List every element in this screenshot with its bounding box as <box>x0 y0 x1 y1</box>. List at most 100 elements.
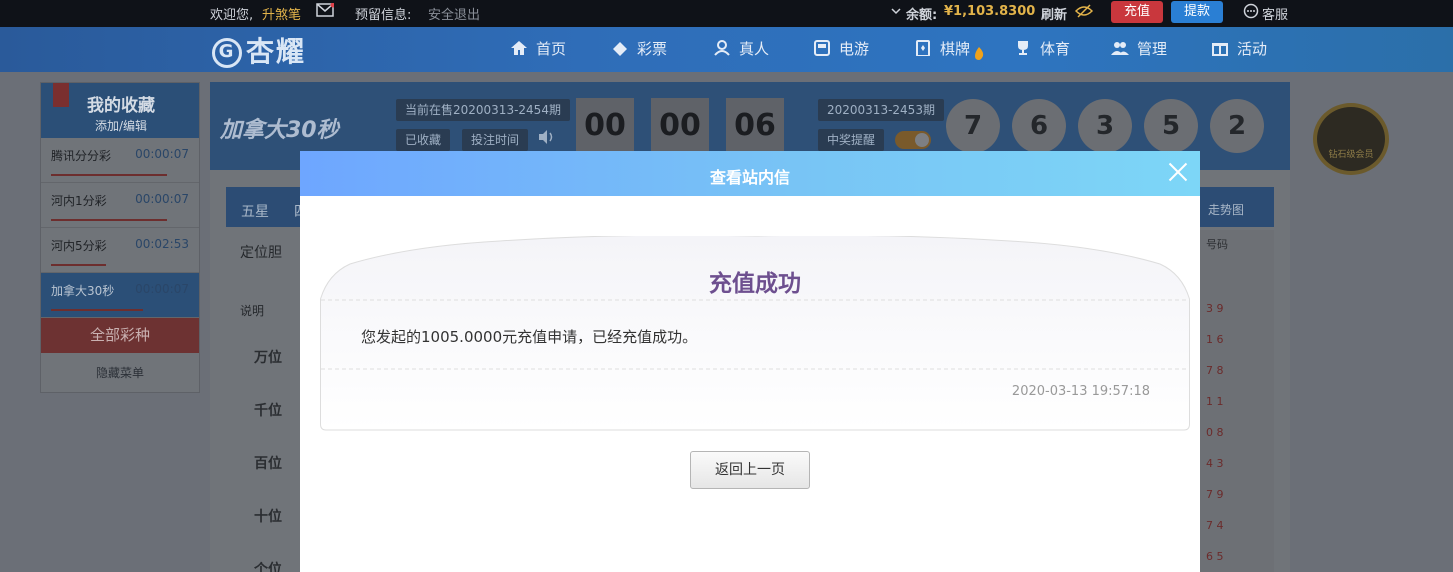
position-label: 万位 <box>254 350 282 366</box>
site-logo[interactable]: G 杏耀 <box>212 30 306 70</box>
message-card: 充值成功 您发起的1005.0000元充值申请，已经充值成功。 2020-03-… <box>320 236 1190 431</box>
modal-header: 查看站内信 <box>300 151 1200 196</box>
logo-mark-icon: G <box>212 38 242 68</box>
nav-item-live[interactable]: 真人 <box>713 38 769 59</box>
result-ball: 3 <box>1078 99 1132 153</box>
reserved-info-label: 预留信息: <box>355 8 412 23</box>
favorite-time: 00:00:07 <box>135 192 189 206</box>
favorite-time: 00:00:07 <box>135 282 189 296</box>
favorite-row[interactable]: 河内1分彩 00:00:07 <box>41 183 199 228</box>
history-number: 1 6 <box>1206 333 1224 346</box>
nav-item-promotions[interactable]: 活动 <box>1211 38 1267 59</box>
position-label: 千位 <box>254 403 282 419</box>
nav-label: 活动 <box>1237 40 1268 58</box>
trend-chart-link[interactable]: 走势图 <box>1208 201 1244 218</box>
history-number: 4 3 <box>1206 457 1224 470</box>
explain-link[interactable]: 说明 <box>240 302 264 319</box>
countdown-seconds: 06 <box>726 98 784 154</box>
current-issue-label: 当前在售20200313-2454期 <box>396 99 570 121</box>
all-games-button[interactable]: 全部彩种 <box>41 318 199 353</box>
trophy-icon <box>1018 41 1028 55</box>
gift-icon <box>1212 43 1228 56</box>
history-number: 7 4 <box>1206 519 1224 532</box>
logo-text: 杏耀 <box>246 35 307 68</box>
nav-item-slots[interactable]: 电游 <box>813 38 869 59</box>
result-ball: 2 <box>1210 99 1264 153</box>
favorite-time: 00:00:07 <box>135 147 189 161</box>
cards-icon <box>916 40 930 56</box>
nav-label: 电游 <box>839 40 870 58</box>
hot-flame-icon <box>975 47 984 60</box>
bet-time-button[interactable]: 投注时间 <box>462 129 529 151</box>
hide-balance-icon[interactable] <box>1074 3 1094 23</box>
balance-value: ¥1,103.8300 <box>944 4 1036 19</box>
history-number: 7 9 <box>1206 488 1224 501</box>
history-number: 6 5 <box>1206 550 1224 563</box>
favorite-name: 加拿大30秒 <box>51 284 115 298</box>
favorite-progress <box>51 174 167 176</box>
favorite-progress <box>51 309 143 311</box>
sub-tab-dingweidan[interactable]: 定位胆 <box>240 242 282 262</box>
modal-title: 查看站内信 <box>709 168 790 187</box>
withdraw-button[interactable]: 提款 <box>1171 1 1223 23</box>
nav-label: 真人 <box>739 40 770 58</box>
countdown-hours: 00 <box>576 98 634 154</box>
nav-label: 彩票 <box>637 40 668 58</box>
win-notify-label: 中奖提醒 <box>818 129 885 151</box>
favorite-name: 腾讯分分彩 <box>51 149 112 163</box>
result-ball: 5 <box>1144 99 1198 153</box>
username-link[interactable]: 升煞笔 <box>262 4 301 23</box>
back-button[interactable]: 返回上一页 <box>690 451 810 489</box>
collected-button[interactable]: 已收藏 <box>396 129 451 151</box>
tab-five-star[interactable]: 五星 <box>241 201 269 221</box>
refresh-link[interactable]: 刷新 <box>1041 4 1067 23</box>
favorite-time: 00:02:53 <box>135 237 189 251</box>
game-title: 加拿大30秒 <box>220 118 339 143</box>
last-issue-label: 20200313-2453期 <box>818 99 944 121</box>
speaker-icon[interactable] <box>533 129 559 151</box>
position-label: 个位 <box>254 562 282 572</box>
message-modal: 查看站内信 充值成功 您发起的1005.0000元充值申请，已经充值成功。 20… <box>300 151 1200 572</box>
result-ball: 7 <box>946 99 1000 153</box>
home-icon <box>511 41 527 55</box>
favorite-progress <box>51 264 106 266</box>
favorite-name: 河内5分彩 <box>51 239 107 253</box>
position-label: 百位 <box>254 456 282 472</box>
nav-item-sports[interactable]: 体育 <box>1014 38 1070 59</box>
message-body: 您发起的1005.0000元充值申请，已经充值成功。 <box>361 328 698 346</box>
nav-item-manage[interactable]: 管理 <box>1111 38 1167 59</box>
favorites-panel: 我的收藏 添加/编辑 腾讯分分彩 00:00:07 河内1分彩 00:00:07… <box>40 82 200 393</box>
top-bar: 欢迎您, 升煞笔 预留信息: 安全退出 余额: ¥1,103.8300 刷新 充… <box>0 0 1453 27</box>
nav-label: 体育 <box>1040 40 1071 58</box>
favorite-row-active[interactable]: 加拿大30秒 00:00:07 <box>41 273 199 318</box>
history-number: 3 9 <box>1206 302 1224 315</box>
result-ball: 6 <box>1012 99 1066 153</box>
hide-menu-button[interactable]: 隐藏菜单 <box>41 353 199 393</box>
customer-service-link[interactable]: 客服 <box>1262 4 1288 23</box>
logout-link[interactable]: 安全退出 <box>428 4 480 23</box>
nav-item-lottery[interactable]: 彩票 <box>611 38 667 59</box>
nav-item-home[interactable]: 首页 <box>510 38 566 59</box>
favorites-edit-link[interactable]: 添加/编辑 <box>41 117 201 134</box>
position-label: 十位 <box>254 509 282 525</box>
message-timestamp: 2020-03-13 19:57:18 <box>1011 384 1150 399</box>
favorite-name: 河内1分彩 <box>51 194 107 208</box>
mail-icon[interactable] <box>316 2 336 21</box>
welcome-text: 欢迎您, <box>210 8 254 23</box>
favorite-progress <box>51 219 167 221</box>
person-icon <box>714 40 730 56</box>
recharge-button[interactable]: 充值 <box>1111 1 1163 23</box>
arcade-icon <box>814 40 830 56</box>
chat-icon[interactable] <box>1243 3 1259 23</box>
favorite-row[interactable]: 腾讯分分彩 00:00:07 <box>41 138 199 183</box>
nav-label: 首页 <box>536 40 567 58</box>
message-title: 充值成功 <box>709 271 801 297</box>
favorite-row[interactable]: 河内5分彩 00:02:53 <box>41 228 199 273</box>
chevron-down-icon[interactable] <box>890 3 902 23</box>
vip-badge: 钻石级会员 <box>1313 103 1389 175</box>
ticket-icon <box>613 42 627 56</box>
history-column: 号码 3 9 1 6 7 8 1 1 0 8 4 3 7 9 7 4 6 5 <box>1198 230 1274 572</box>
win-notify-toggle[interactable] <box>895 131 931 149</box>
nav-item-cards[interactable]: 棋牌 <box>914 38 986 60</box>
close-icon[interactable] <box>1168 162 1188 182</box>
